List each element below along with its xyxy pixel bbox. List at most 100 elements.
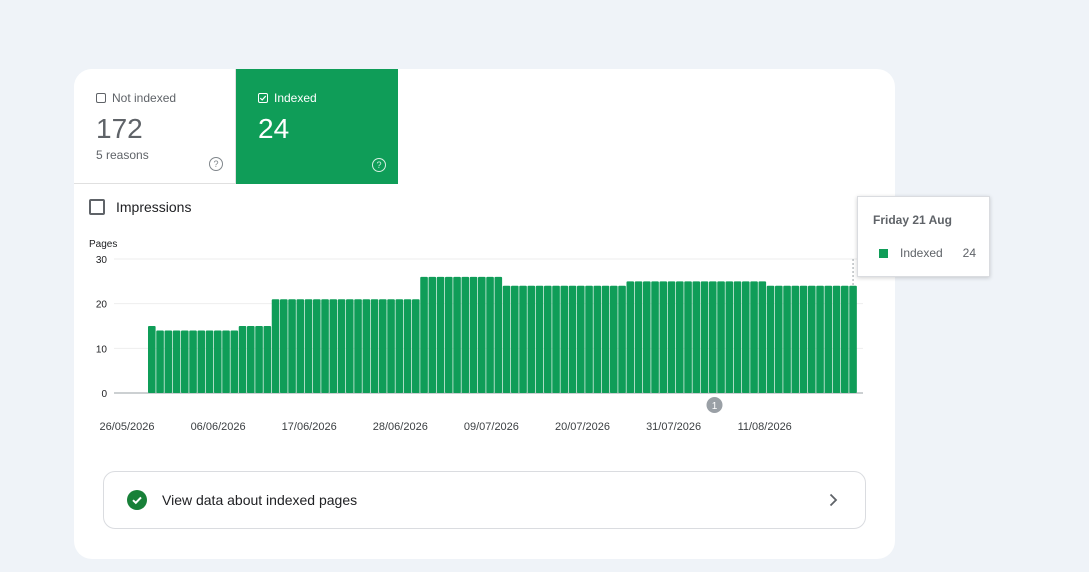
chart-bar[interactable] [172, 330, 181, 393]
chart-annotation[interactable]: 1 [706, 397, 723, 413]
chart-bar[interactable] [560, 285, 569, 393]
chart-bar[interactable] [370, 299, 379, 393]
check-circle-icon [127, 490, 147, 510]
chart-bar[interactable] [519, 285, 527, 393]
chart-bar[interactable] [478, 276, 486, 393]
chart-bar[interactable] [238, 326, 247, 393]
chart-bar[interactable] [346, 299, 354, 393]
chart-bar[interactable] [436, 276, 445, 393]
view-indexed-pages-label: View data about indexed pages [162, 492, 358, 508]
chart-bar[interactable] [849, 285, 857, 393]
chart-bar[interactable] [230, 330, 239, 393]
chart-bar[interactable] [313, 299, 321, 393]
chart-bar[interactable] [626, 281, 635, 393]
chart-bar[interactable] [824, 285, 833, 393]
chart-bar[interactable] [618, 285, 626, 393]
chart-bar[interactable] [321, 299, 329, 393]
chart-bar[interactable] [709, 281, 717, 393]
tooltip-row: Indexed 24 [879, 246, 976, 260]
chart-bar[interactable] [667, 281, 676, 393]
chart-bar[interactable] [684, 281, 692, 393]
chart-bar[interactable] [700, 281, 709, 393]
chart-bar[interactable] [469, 276, 478, 393]
chart-bar[interactable] [329, 299, 338, 393]
chart-bar[interactable] [222, 330, 230, 393]
chart-x-ticks: 26/05/2026 06/06/2026 17/06/2026 28/06/2026… [99, 421, 791, 433]
chart-bar[interactable] [750, 281, 758, 393]
chart-bar[interactable] [610, 285, 618, 393]
chart-bar[interactable] [783, 285, 791, 393]
chart-bar[interactable] [766, 285, 775, 393]
chart-bar[interactable] [164, 330, 173, 393]
x-tick-label: 09/07/2026 [464, 421, 519, 433]
chart-bar[interactable] [808, 285, 816, 393]
chart-bar[interactable] [659, 281, 668, 393]
chart-bar[interactable] [156, 330, 164, 393]
chart-bars[interactable] [148, 276, 857, 393]
chart-bar[interactable] [511, 285, 519, 393]
chart-bar[interactable] [420, 276, 428, 393]
y-tick-label: 0 [101, 389, 107, 400]
chart-bar[interactable] [676, 281, 684, 393]
chart-bar[interactable] [255, 326, 263, 393]
view-indexed-pages-button[interactable]: View data about indexed pages [103, 471, 866, 529]
chart-bar[interactable] [395, 299, 404, 393]
chart-bar[interactable] [354, 299, 362, 393]
chart-bar[interactable] [643, 281, 651, 393]
chart-bar[interactable] [527, 285, 536, 393]
chart-bar[interactable] [577, 285, 585, 393]
chart-bar[interactable] [387, 299, 395, 393]
chart-bar[interactable] [775, 285, 783, 393]
chart-bar[interactable] [445, 276, 453, 393]
chart-bar[interactable] [379, 299, 387, 393]
chart-bar[interactable] [453, 276, 461, 393]
chart-bar[interactable] [799, 285, 808, 393]
chart-bar[interactable] [725, 281, 734, 393]
chart-bar[interactable] [271, 299, 280, 393]
chart-bar[interactable] [742, 281, 750, 393]
chart-bar[interactable] [280, 299, 288, 393]
y-tick-label: 20 [96, 300, 108, 311]
chart-bar[interactable] [461, 276, 470, 393]
chart-bar[interactable] [568, 285, 577, 393]
chart-bar[interactable] [494, 276, 503, 393]
chart-bar[interactable] [841, 285, 849, 393]
chart-bar[interactable] [502, 285, 511, 393]
chart-bar[interactable] [296, 299, 305, 393]
chart-bar[interactable] [263, 326, 272, 393]
chart-bar[interactable] [197, 330, 206, 393]
chart-bar[interactable] [601, 285, 610, 393]
chart-bar[interactable] [181, 330, 189, 393]
chart-bar[interactable] [552, 285, 560, 393]
chart-bar[interactable] [288, 299, 296, 393]
chart-bar[interactable] [544, 285, 552, 393]
chart-bar[interactable] [634, 281, 643, 393]
chart-bar[interactable] [692, 281, 701, 393]
chart-bar[interactable] [247, 326, 255, 393]
chart-bar[interactable] [148, 326, 156, 393]
chart-bar[interactable] [428, 276, 437, 393]
chart-bar[interactable] [205, 330, 214, 393]
chart-bar[interactable] [816, 285, 824, 393]
tooltip-series-label: Indexed [900, 246, 943, 260]
chart-bar[interactable] [758, 281, 767, 393]
chart-y-ticks: 30 20 10 0 [96, 255, 108, 400]
chart-bar[interactable] [593, 285, 602, 393]
chart-bar[interactable] [733, 281, 742, 393]
chart-bar[interactable] [651, 281, 659, 393]
chart-bar[interactable] [189, 330, 197, 393]
chart-bar[interactable] [486, 276, 494, 393]
x-tick-label: 26/05/2026 [99, 421, 154, 433]
chart-bar[interactable] [412, 299, 420, 393]
chart-bar[interactable] [362, 299, 371, 393]
chart-bar[interactable] [832, 285, 841, 393]
chart-bar[interactable] [717, 281, 725, 393]
chart-bar[interactable] [535, 285, 544, 393]
chart-bar[interactable] [403, 299, 412, 393]
chart-bar[interactable] [214, 330, 222, 393]
chart-bar[interactable] [585, 285, 593, 393]
x-tick-label: 17/06/2026 [282, 421, 337, 433]
chart-bar[interactable] [791, 285, 800, 393]
chart-bar[interactable] [337, 299, 346, 393]
chart-bar[interactable] [304, 299, 313, 393]
